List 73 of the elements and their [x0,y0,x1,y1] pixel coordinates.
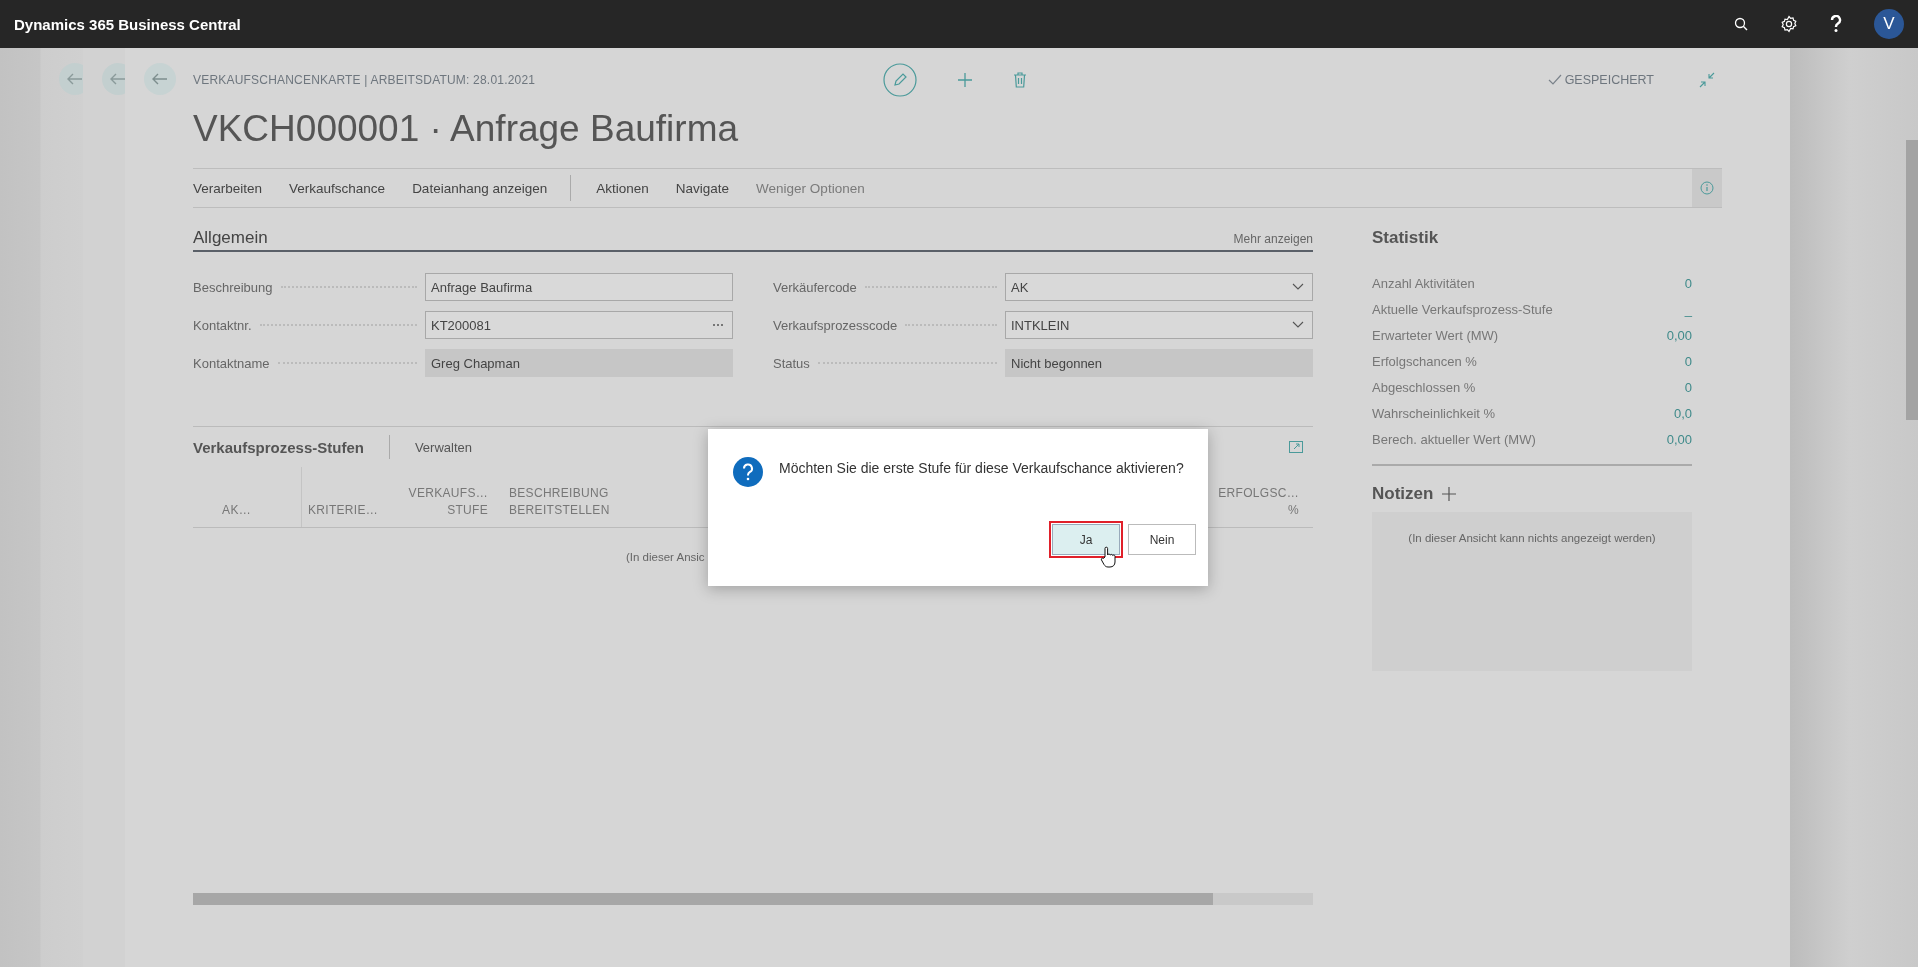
action-menu[interactable]: Verarbeiten [193,180,263,196]
info-icon [1700,181,1714,195]
action-menu[interactable]: Navigate [675,180,730,196]
save-status: GESPEICHERT [1564,73,1654,87]
column-header[interactable]: VERKAUFS… STUFE [390,467,494,527]
dropdown-field[interactable]: AK [1005,273,1313,301]
stat-label: Erfolgschancen % [1372,353,1477,369]
action-menu[interactable]: Dateianhang anzeigen [412,180,548,196]
field-label: Status [773,355,810,371]
edit-icon[interactable] [883,63,917,97]
stat-label: Berech. aktueller Wert (MW) [1372,431,1536,447]
hand-cursor-icon [1100,546,1116,568]
stat-label: Erwarteter Wert (MW) [1372,327,1499,343]
stat-value[interactable]: 0 [1684,353,1692,369]
stat-value[interactable]: 0,0 [1673,405,1692,421]
column-header[interactable]: AK… [193,467,302,527]
manage-button[interactable]: Verwalten [414,439,472,455]
empty-message: (In dieser Ansic [626,551,705,563]
add-icon[interactable] [957,72,973,88]
show-more-link[interactable]: Mehr anzeigen [1233,232,1313,248]
search-icon[interactable] [1734,17,1748,31]
section-title: Allgemein [193,228,268,248]
stat-value[interactable]: 0,00 [1666,431,1692,447]
input-field[interactable]: Anfrage Baufirma [425,273,733,301]
page-title: VKCH000001 · Anfrage Baufirma [193,107,740,151]
field-label: Kontaktnr. [193,317,252,333]
confirm-button[interactable]: Ja [1052,524,1120,555]
options-toggle[interactable]: Weniger Optionen [756,180,865,196]
readonly-field: Greg Chapman [425,349,733,377]
settings-icon[interactable] [1780,15,1798,33]
section-title: Verkaufsprozess-Stufen [193,438,364,456]
field-label: Kontaktname [193,355,270,371]
action-menu[interactable]: Aktionen [596,180,649,196]
section-title: Statistik [1372,228,1440,248]
section-title: Notizen [1372,484,1434,504]
readonly-field: Nicht begonnen [1005,349,1313,377]
stat-value[interactable]: 0 [1684,275,1692,291]
scrollbar[interactable] [1906,140,1918,420]
expand-icon[interactable] [1289,441,1303,453]
back-icon[interactable] [59,63,83,95]
scrollbar[interactable] [193,893,1313,905]
chevron-down-icon [1292,321,1304,329]
question-icon [733,457,763,487]
dialog-message: Möchten Sie die erste Stufe für diese Verkaufschance aktivieren? [779,460,1184,476]
app-title: Dynamics 365 Business Central [14,15,241,33]
cancel-button[interactable]: Nein [1128,524,1196,555]
field-label: Verkäufercode [773,279,857,295]
stat-label: Aktuelle Verkaufsprozess-Stufe [1372,301,1553,317]
page-caption: VERKAUFSCHANCENKARTE | ARBEITSDATUM: 28.01.2021 [193,73,537,87]
stat-label: Anzahl Aktivitäten [1372,275,1475,291]
collapse-icon[interactable] [1699,72,1715,88]
stat-value[interactable]: 0 [1684,379,1692,395]
action-menu[interactable]: Verkaufschance [289,180,386,196]
input-field[interactable]: KT200081 [425,311,733,339]
dropdown-field[interactable]: INTKLEIN [1005,311,1313,339]
delete-icon[interactable] [1013,72,1027,88]
field-label: Beschreibung [193,279,273,295]
chevron-down-icon [1292,283,1304,291]
help-icon[interactable] [1830,15,1842,33]
stat-value[interactable]: 0,00 [1666,327,1692,343]
user-avatar[interactable]: V [1874,9,1904,39]
empty-message: (In dieser Ansicht kann nichts angezeigt werden) [1408,532,1656,546]
stat-label: Wahrscheinlichkeit % [1372,405,1496,421]
column-header[interactable]: KRITERIE… [302,467,390,527]
back-icon[interactable] [102,63,125,95]
info-button[interactable] [1692,169,1722,207]
stat-label: Abgeschlossen % [1372,379,1476,395]
field-label: Verkaufsprozesscode [773,317,898,333]
check-icon [1547,74,1562,86]
add-icon[interactable] [1441,486,1458,502]
more-icon [712,323,724,327]
stat-value[interactable]: _ [1684,301,1692,317]
back-icon[interactable] [144,63,176,95]
